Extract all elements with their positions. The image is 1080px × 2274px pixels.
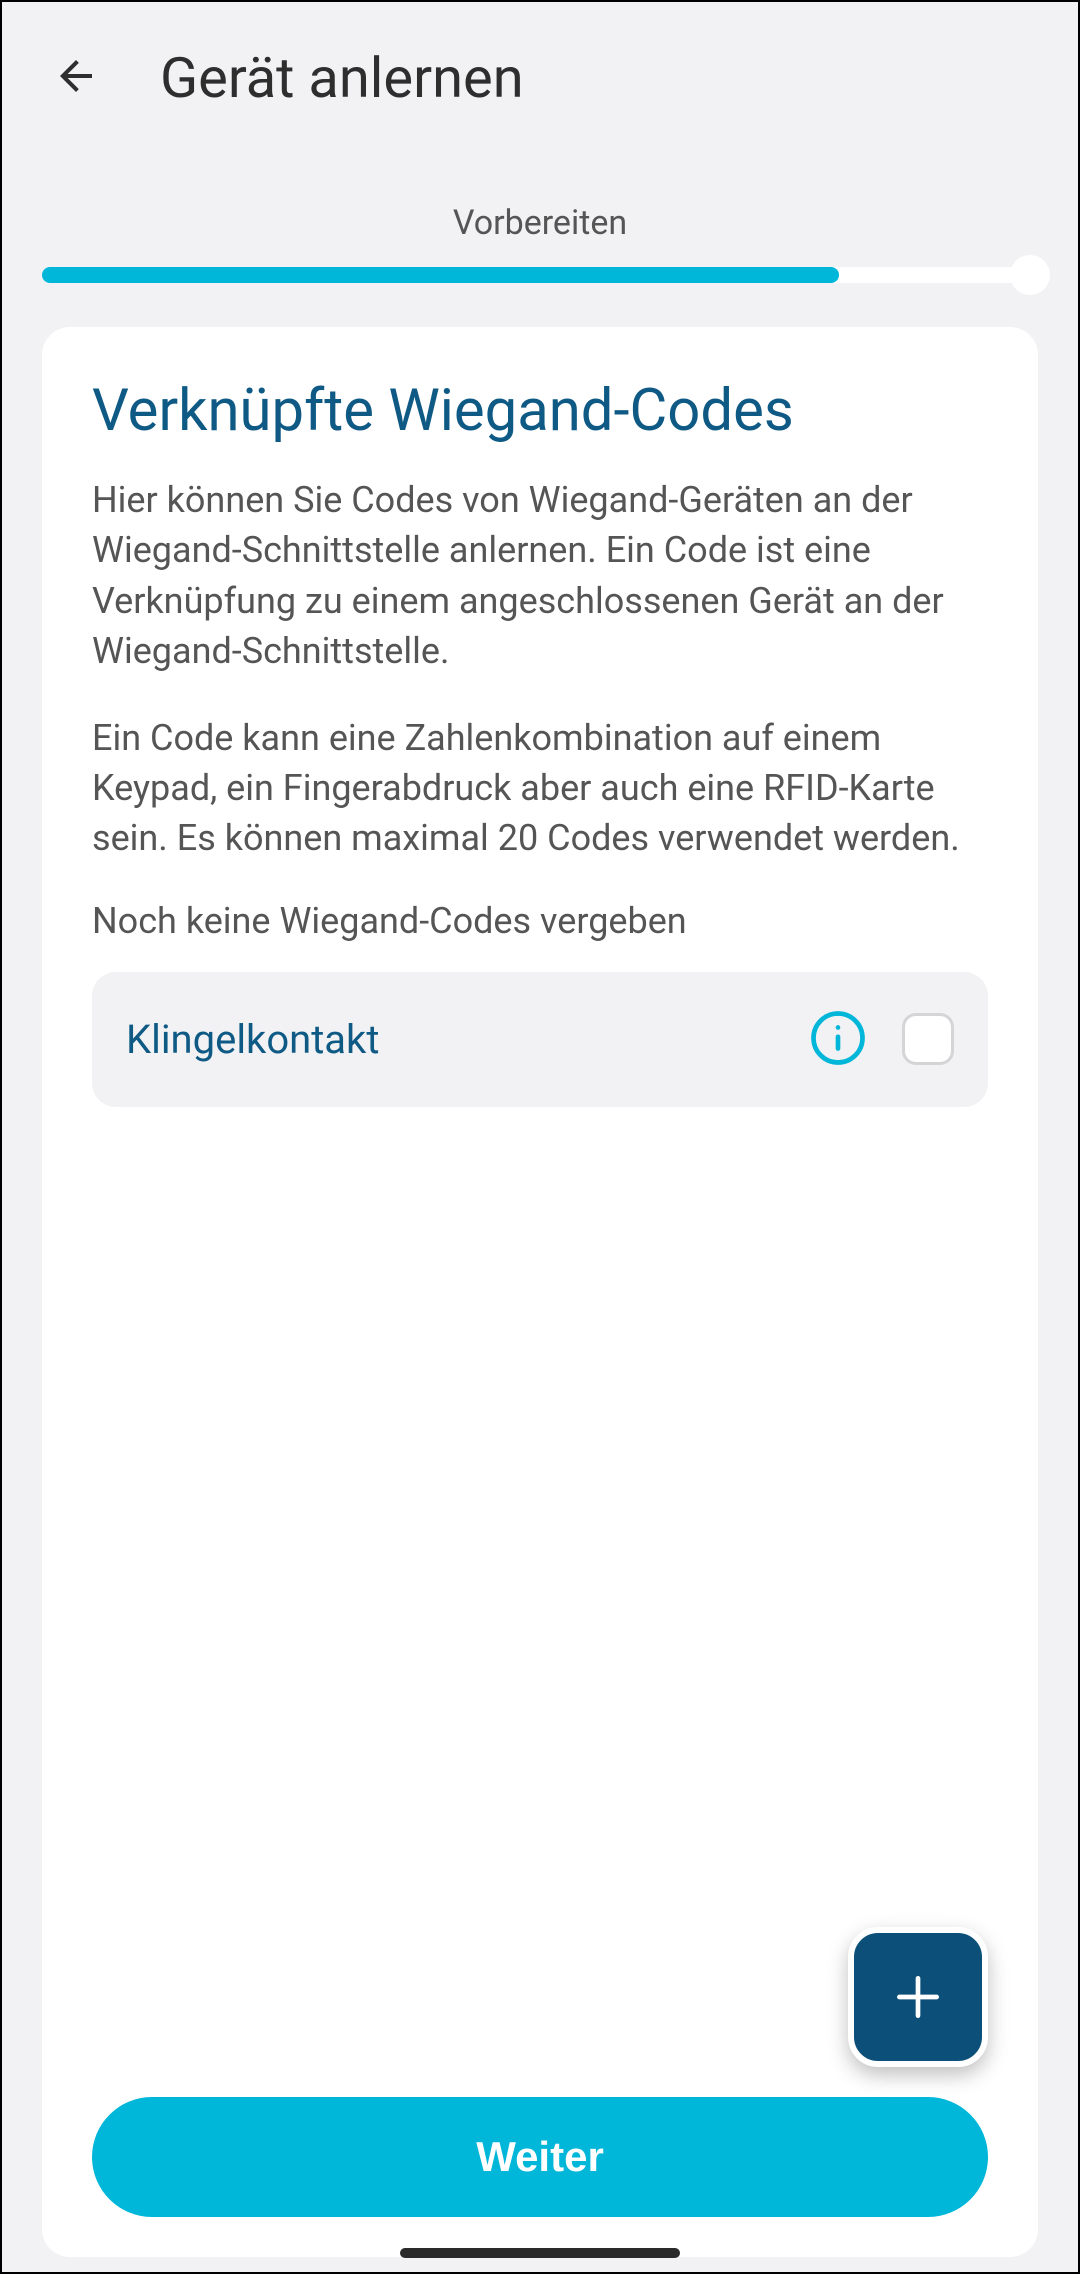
progress-knob: [1010, 255, 1050, 295]
list-item-actions: [810, 1010, 954, 1069]
content-card: Verknüpfte Wiegand-Codes Hier können Sie…: [42, 327, 1038, 2257]
arrow-left-icon: [52, 52, 100, 100]
card-title: Verknüpfte Wiegand-Codes: [92, 377, 988, 445]
info-button[interactable]: [810, 1010, 866, 1069]
empty-state-text: Noch keine Wiegand-Codes vergeben: [92, 900, 988, 942]
checkbox[interactable]: [902, 1013, 954, 1065]
home-indicator: [400, 2248, 680, 2258]
list-item[interactable]: Klingelkontakt: [92, 972, 988, 1107]
page-title: Gerät anlernen: [160, 45, 524, 111]
list-item-label: Klingelkontakt: [126, 1016, 810, 1063]
wizard-step-label: Vorbereiten: [2, 203, 1078, 243]
description-2: Ein Code kann eine Zahlenkombination auf…: [92, 713, 988, 864]
info-icon: [810, 1010, 866, 1066]
progress-bar: [42, 263, 1038, 287]
header-bar: Gerät anlernen: [2, 2, 1078, 143]
plus-icon: [890, 1969, 946, 2025]
back-button[interactable]: [42, 42, 110, 113]
continue-button[interactable]: Weiter: [92, 2097, 988, 2217]
add-button[interactable]: [848, 1927, 988, 2067]
description-1: Hier können Sie Codes von Wiegand-Geräte…: [92, 475, 988, 677]
progress-fill: [42, 267, 839, 283]
